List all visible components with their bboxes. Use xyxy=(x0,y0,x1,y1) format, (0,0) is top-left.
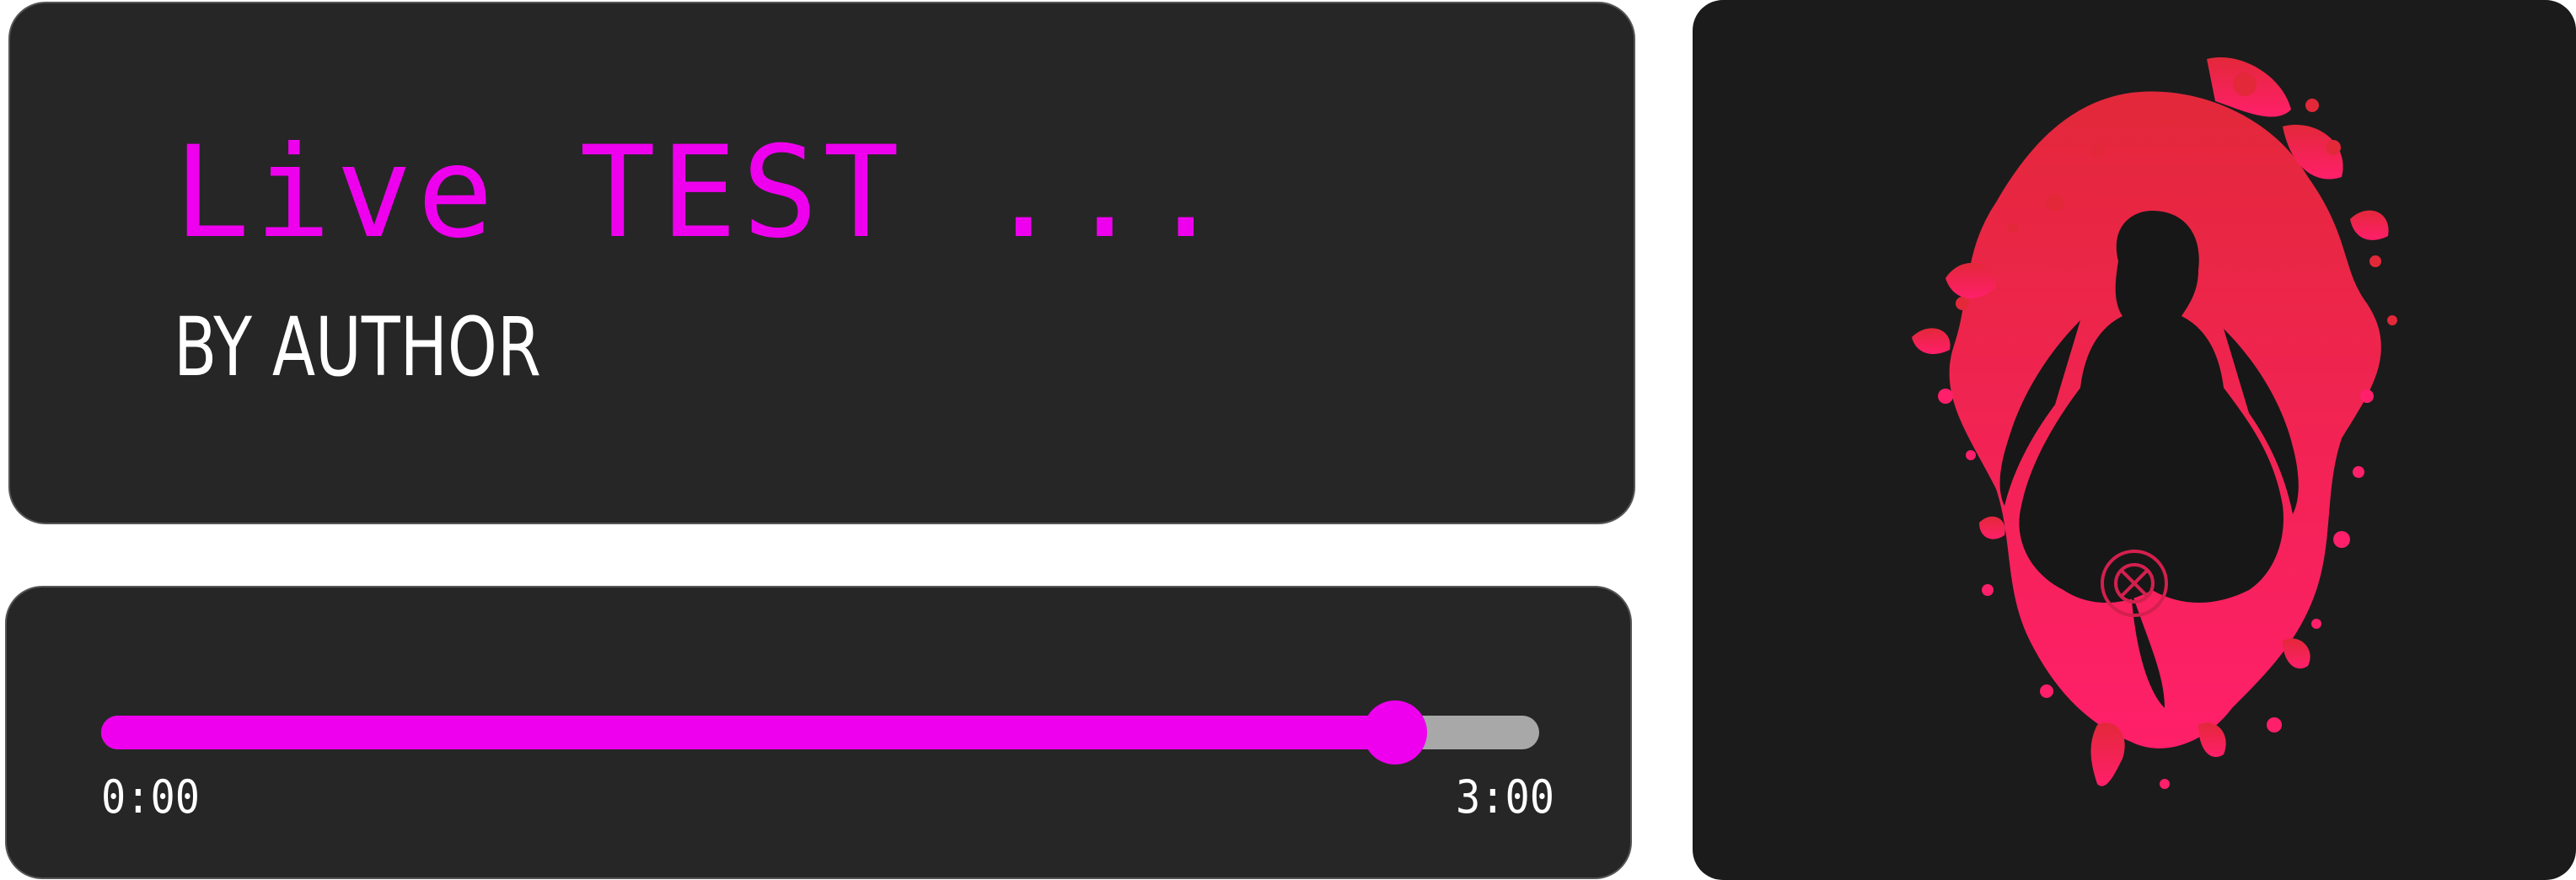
anime-silhouette-art-icon xyxy=(1912,57,2397,789)
track-author: BY AUTHOR xyxy=(174,300,541,394)
track-title: Live TEST ... xyxy=(174,120,1229,266)
track-info-card: Live TEST ... BY AUTHOR xyxy=(8,2,1635,524)
album-art xyxy=(1693,0,2576,880)
total-time-label: 3:00 xyxy=(1455,770,1554,824)
player-controls-card: 0:00 3:00 xyxy=(5,586,1632,879)
progress-bar-thumb[interactable] xyxy=(1363,700,1428,765)
progress-bar[interactable] xyxy=(101,700,1539,765)
current-time-label: 0:00 xyxy=(101,770,201,824)
progress-bar-fill xyxy=(101,716,1396,749)
